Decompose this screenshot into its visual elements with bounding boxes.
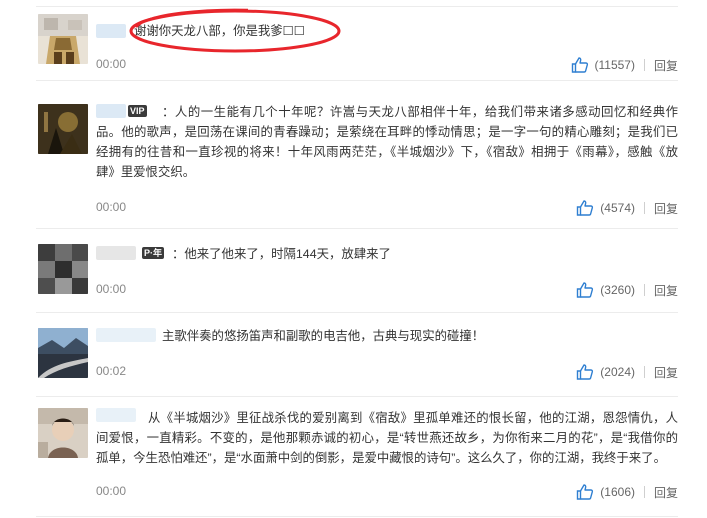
- divider: [643, 202, 645, 214]
- avatar[interactable]: [38, 244, 88, 294]
- divider: [36, 6, 678, 7]
- comment-time: 00:00: [96, 57, 127, 71]
- like-count: (4574): [600, 201, 635, 215]
- divider: [643, 59, 645, 71]
- comment-text: 谢谢你天龙八部，你是我爹☐☐: [134, 24, 305, 38]
- comment-actions: (3260) 回复: [576, 281, 678, 299]
- thumbs-up-icon[interactable]: [576, 281, 594, 299]
- comment-item: 从《半城烟沙》里征战杀伐的爱别离到《宿敌》里孤单难还的恨长留，他的江湖，恩怨情仇…: [36, 404, 678, 517]
- avatar[interactable]: [38, 104, 88, 154]
- like-count: (3260): [600, 283, 635, 297]
- comment-time: 00:00: [96, 484, 127, 498]
- reply-button[interactable]: 回复: [654, 484, 678, 501]
- reply-button[interactable]: 回复: [654, 364, 678, 381]
- thumbs-up-icon[interactable]: [576, 199, 594, 217]
- username[interactable]: [96, 246, 136, 260]
- comment-actions: (4574) 回复: [576, 199, 678, 217]
- vip-badge: P·年: [142, 247, 165, 259]
- avatar[interactable]: [38, 328, 88, 378]
- username[interactable]: [96, 24, 126, 38]
- like-count: (2024): [600, 365, 635, 379]
- comment-item: P·年 ：他来了他来了，时隔144天，放肆来了 00:00 (3260) 回复: [36, 236, 678, 313]
- reply-button[interactable]: 回复: [654, 57, 678, 74]
- comment-text: 从《半城烟沙》里征战杀伐的爱别离到《宿敌》里孤单难还的恨长留，他的江湖，恩怨情仇…: [96, 411, 678, 465]
- avatar[interactable]: [38, 14, 88, 64]
- thumbs-up-icon[interactable]: [576, 483, 594, 501]
- comment-actions: (2024) 回复: [576, 363, 678, 381]
- reply-button[interactable]: 回复: [654, 282, 678, 299]
- thumbs-up-icon[interactable]: [576, 363, 594, 381]
- comment-time: 00:02: [96, 364, 127, 378]
- divider: [643, 366, 645, 378]
- username[interactable]: [96, 328, 156, 342]
- thumbs-up-icon[interactable]: [571, 56, 589, 74]
- comment-item: 谢谢你天龙八部，你是我爹☐☐ 00:00 (11557) 回复: [36, 14, 678, 81]
- comment-text: ：他来了他来了，时隔144天，放肆来了: [172, 247, 391, 261]
- like-count: (1606): [600, 485, 635, 499]
- comment-item: 主歌伴奏的悠扬笛声和副歌的电吉他，古典与现实的碰撞！ 00:02 (2024) …: [36, 320, 678, 397]
- comment-actions: (1606) 回复: [576, 483, 678, 501]
- comment-time: 00:00: [96, 200, 127, 214]
- like-count: (11557): [594, 58, 635, 72]
- comment-item: VIP ：人的一生能有几个十年呢？许嵩与天龙八部相伴十年，给我们带来诸多感动回忆…: [36, 96, 678, 229]
- comment-time: 00:00: [96, 282, 127, 296]
- reply-button[interactable]: 回复: [654, 200, 678, 217]
- comment-text: ：人的一生能有几个十年呢？许嵩与天龙八部相伴十年，给我们带来诸多感动回忆和经典作…: [96, 105, 678, 179]
- comment-list: 谢谢你天龙八部，你是我爹☐☐ 00:00 (11557) 回复 VIP ：人的一…: [0, 0, 707, 518]
- comment-actions: (11557) 回复: [571, 56, 678, 74]
- divider: [643, 284, 645, 296]
- divider: [643, 486, 645, 498]
- comment-text: 主歌伴奏的悠扬笛声和副歌的电吉他，古典与现实的碰撞！: [162, 329, 485, 343]
- avatar[interactable]: [38, 408, 88, 458]
